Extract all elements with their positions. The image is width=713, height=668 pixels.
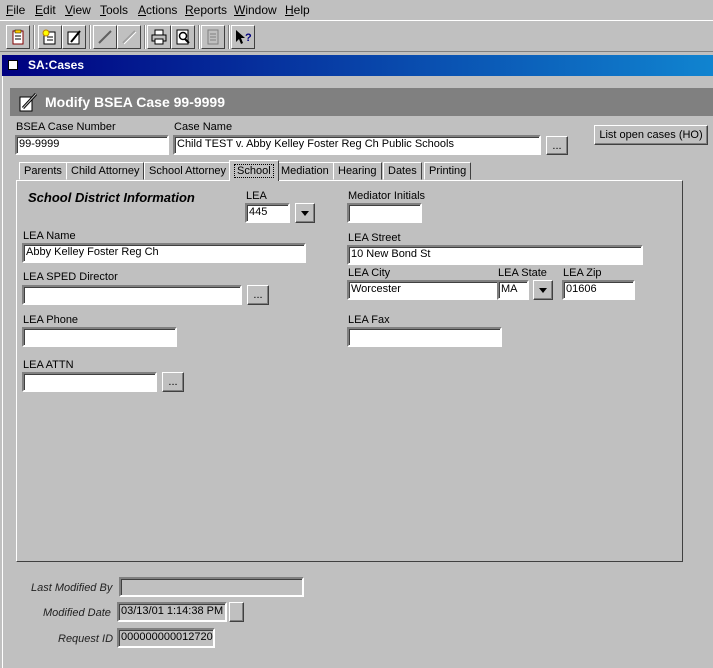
window-icon[interactable] [8, 60, 18, 70]
request-id-field: 000000000012720 [117, 628, 215, 648]
lea-city-field[interactable]: Worcester [347, 280, 499, 300]
case-name-field[interactable]: Child TEST v. Abby Kelley Foster Reg Ch … [173, 135, 541, 155]
lea-phone-field[interactable] [22, 327, 177, 347]
lea-sped-director-field[interactable] [22, 285, 242, 305]
mediator-initials-label: Mediator Initials [348, 190, 426, 202]
lea-zip-label: LEA Zip [563, 267, 602, 279]
case-name-label: Case Name [174, 121, 233, 133]
tab-hearing[interactable]: Hearing [333, 162, 382, 180]
toolbar-separator [198, 25, 200, 49]
menu-help[interactable]: Help [285, 3, 310, 17]
lea-name-label: LEA Name [23, 230, 76, 242]
lea-state-dropdown-button[interactable] [533, 280, 553, 300]
sped-director-browse-button[interactable]: ... [247, 285, 269, 305]
tab-dates[interactable]: Dates [383, 162, 422, 180]
lea-fax-label: LEA Fax [348, 314, 390, 326]
new-record-icon[interactable] [38, 25, 62, 49]
menu-tools[interactable]: Tools [100, 3, 128, 17]
lea-code-field[interactable]: 445 [245, 203, 290, 223]
lea-attn-label: LEA ATTN [23, 359, 74, 371]
lea-label: LEA [246, 190, 267, 202]
last-modified-by-label: Last Modified By [31, 582, 113, 594]
document-icon[interactable] [201, 25, 225, 49]
form-header: Modify BSEA Case 99-9999 [10, 88, 713, 116]
menu-bar: File Edit View Tools Actions Reports Win… [0, 0, 713, 20]
toolbar-separator [228, 25, 230, 49]
chevron-down-icon [539, 287, 547, 293]
modified-date-field: 03/13/01 1:14:38 PM [117, 602, 227, 622]
lea-state-field[interactable]: MA [497, 280, 529, 300]
print-preview-icon[interactable] [171, 25, 195, 49]
tab-school[interactable]: School [229, 160, 279, 181]
last-modified-by-field [119, 577, 304, 597]
toolbar-separator [144, 25, 146, 49]
modified-date-label: Modified Date [43, 607, 111, 619]
lea-phone-label: LEA Phone [23, 314, 79, 326]
section-title: School District Information [28, 190, 195, 205]
request-id-label: Request ID [58, 633, 114, 645]
menu-reports[interactable]: Reports [185, 3, 227, 17]
lea-name-field[interactable]: Abby Kelley Foster Reg Ch [22, 243, 306, 263]
lea-sped-director-label: LEA SPED Director [23, 271, 118, 283]
edit-pencil-icon [19, 92, 38, 112]
tab-school-attorney[interactable]: School Attorney [144, 162, 232, 180]
list-open-cases-button[interactable]: List open cases (HO) [594, 125, 708, 145]
form-title: Modify BSEA Case 99-9999 [45, 94, 225, 110]
menu-view[interactable]: View [65, 3, 91, 17]
tab-school-label: School [234, 164, 274, 178]
chevron-down-icon [301, 210, 309, 216]
modified-date-button[interactable] [229, 602, 244, 622]
menu-window[interactable]: Window [234, 3, 277, 17]
mediator-initials-field[interactable] [347, 203, 422, 223]
tab-printing[interactable]: Printing [424, 162, 472, 180]
print-icon[interactable] [147, 25, 171, 49]
tab-mediation[interactable]: Mediation [276, 162, 334, 180]
lea-attn-field[interactable] [22, 372, 157, 392]
lea-city-label: LEA City [348, 267, 391, 279]
tab-child-attorney[interactable]: Child Attorney [66, 162, 145, 180]
menu-actions[interactable]: Actions [138, 3, 177, 17]
toolbar-separator [33, 25, 35, 49]
lea-state-label: LEA State [498, 267, 547, 279]
menu-file[interactable]: File [6, 3, 25, 17]
lea-fax-field[interactable] [347, 327, 502, 347]
pencil-icon[interactable] [93, 25, 117, 49]
svg-text:?: ? [245, 32, 252, 44]
case-browse-button[interactable]: ... [546, 136, 568, 155]
tab-parents[interactable]: Parents [19, 162, 67, 180]
case-number-field[interactable]: 99-9999 [15, 135, 169, 155]
lea-street-field[interactable]: 10 New Bond St [347, 245, 643, 265]
clipboard-icon[interactable] [6, 25, 30, 49]
lea-dropdown-button[interactable] [295, 203, 315, 223]
lea-zip-field[interactable]: 01606 [562, 280, 635, 300]
help-cursor-icon[interactable]: ? [231, 25, 255, 49]
lea-street-label: LEA Street [348, 232, 401, 244]
pencil-disabled-icon[interactable] [117, 25, 141, 49]
toolbar-separator [89, 25, 91, 49]
toolbar: ? [0, 20, 713, 52]
case-number-label: BSEA Case Number [16, 121, 116, 133]
edit-record-icon[interactable] [62, 25, 86, 49]
window-title-bar: SA:Cases [2, 55, 713, 76]
window-title: SA:Cases [28, 58, 85, 72]
attn-browse-button[interactable]: ... [162, 372, 184, 392]
menu-edit[interactable]: Edit [35, 3, 56, 17]
